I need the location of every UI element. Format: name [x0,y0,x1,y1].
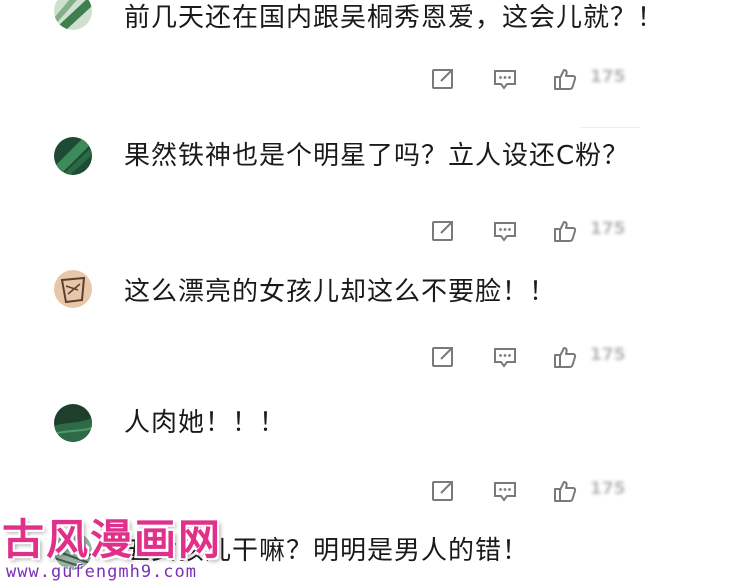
comment-text: 这么漂亮的女孩儿却这么不要脸！！ [124,277,557,307]
share-button[interactable] [428,476,458,506]
comment-actions: 175 [428,342,648,372]
comment-icon [494,348,516,368]
like-count: 175 [590,479,626,499]
thumbs-up-icon [554,221,577,242]
like-button[interactable] [550,216,580,246]
like-button[interactable] [550,476,580,506]
comment-text: 前几天还在国内跟吴桐秀恩爱，这会儿就？！ [124,3,665,33]
like-button[interactable] [550,342,580,372]
comment-text: 人肉她！！！ [124,408,287,438]
comment-text: 果然铁神也是个明星了吗？立人设还C粉？ [124,141,630,171]
share-icon [432,221,453,241]
thumbs-up-icon [554,69,577,90]
thumbs-up-icon [554,481,577,502]
share-button[interactable] [428,64,458,94]
share-button[interactable] [428,216,458,246]
comment-actions: 175 [428,476,648,506]
comment-actions: 175 [428,216,648,246]
comment-icon [494,222,516,242]
like-button[interactable] [550,64,580,94]
comment-actions: 175 [428,64,648,94]
watermark-title: 古风漫画网 [2,515,223,564]
share-icon [432,347,453,367]
comment-button[interactable] [490,342,520,372]
share-icon [432,481,453,501]
avatar[interactable] [54,404,92,442]
site-watermark: 古风漫画网 www.gufengmh9.com [0,506,220,586]
divider [580,127,640,128]
thumbs-up-icon [554,347,577,368]
avatar[interactable] [54,0,92,30]
watermark-url: www.gufengmh9.com [6,562,197,582]
like-count: 175 [590,345,626,365]
like-count: 175 [590,219,626,239]
comment-button[interactable] [490,216,520,246]
comment-button[interactable] [490,476,520,506]
share-icon [432,69,453,89]
avatar[interactable] [54,270,92,308]
like-count: 175 [590,67,626,87]
share-button[interactable] [428,342,458,372]
comment-icon [494,482,516,502]
avatar[interactable] [54,137,92,175]
comment-button[interactable] [490,64,520,94]
comment-icon [494,70,516,90]
